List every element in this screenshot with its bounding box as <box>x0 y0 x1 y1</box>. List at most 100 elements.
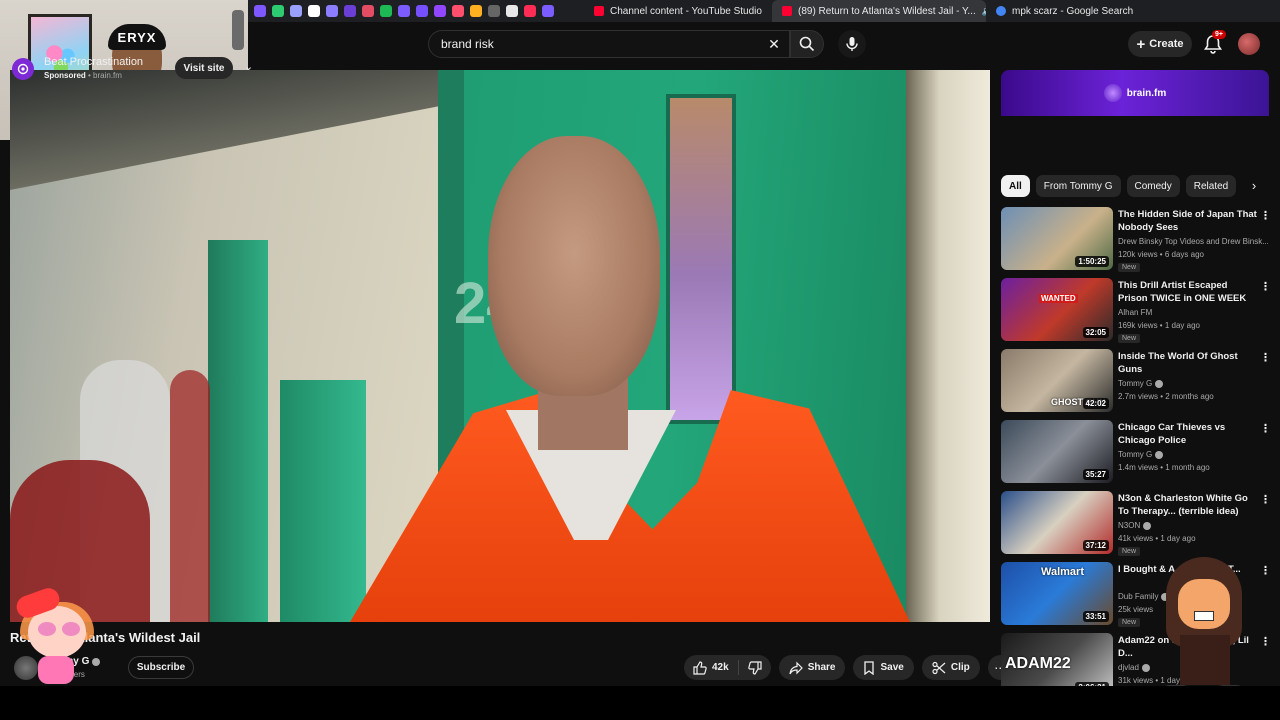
pinned-tab-icon[interactable] <box>344 5 356 17</box>
pinned-tab-icon[interactable] <box>470 5 482 17</box>
recommendation-title[interactable]: The Hidden Side of Japan That Nobody See… <box>1118 208 1258 234</box>
pinned-tab-icon[interactable] <box>416 5 428 17</box>
video-thumbnail[interactable]: GHOST GUN 42:02 <box>1001 349 1113 412</box>
sticker-face <box>1178 579 1230 629</box>
share-button[interactable]: Share <box>778 655 846 680</box>
tab-youtube-studio[interactable]: Channel content - YouTube Studio <box>584 0 772 22</box>
save-label: Save <box>880 662 904 673</box>
save-button[interactable]: Save <box>853 655 914 680</box>
cartoon-sticker-left <box>10 585 94 688</box>
create-button[interactable]: + Create <box>1128 31 1192 57</box>
beanie: ERYX <box>108 24 166 50</box>
pinned-tab-icon[interactable] <box>254 5 266 17</box>
video-thumbnail[interactable]: 1:50:25 <box>1001 207 1113 270</box>
microphone-icon <box>846 37 858 51</box>
voice-search-button[interactable] <box>838 30 866 58</box>
recommendation-channel[interactable]: N3ON <box>1118 521 1268 530</box>
pinned-tab-icon[interactable] <box>272 5 284 17</box>
microphone-arm <box>232 10 244 50</box>
youtube-favicon-icon <box>594 6 604 16</box>
pinned-tab-icon[interactable] <box>524 5 536 17</box>
recommendation-title[interactable]: Inside The World Of Ghost Guns <box>1118 350 1258 376</box>
chip-from-tommy-g[interactable]: From Tommy G <box>1035 175 1121 197</box>
dislike-button[interactable] <box>739 655 771 680</box>
recommendation-item[interactable]: 37:12 N3on & Charleston White Go To Thera… <box>1001 491 1273 562</box>
chip-all[interactable]: All <box>1001 175 1030 197</box>
thumbnail-overlay-text: ADAM22 <box>1005 655 1071 672</box>
more-options-icon[interactable]: ⋮ <box>1260 564 1271 577</box>
recommendation-title[interactable]: N3on & Charleston White Go To Therapy...… <box>1118 492 1258 518</box>
search-button[interactable] <box>790 30 824 58</box>
recommendation-title[interactable]: This Drill Artist Escaped Prison TWICE i… <box>1118 279 1258 305</box>
pinned-tab-icon[interactable] <box>506 5 518 17</box>
duration-badge: 32:05 <box>1082 327 1109 338</box>
brain-icon <box>17 63 29 75</box>
pinned-tab-icon[interactable] <box>380 5 392 17</box>
recommendation-channel[interactable]: Tommy G <box>1118 379 1268 388</box>
pinned-tab-icon[interactable] <box>542 5 554 17</box>
cell-door <box>208 240 268 622</box>
more-options-icon[interactable]: ⋮ <box>1260 635 1271 648</box>
pinned-tab-icon[interactable] <box>452 5 464 17</box>
video-player[interactable]: 24 <box>10 70 990 622</box>
new-badge: New <box>1118 547 1141 556</box>
pinned-tab-icon[interactable] <box>434 5 446 17</box>
new-badge: New <box>1118 334 1141 343</box>
chip-comedy[interactable]: Comedy <box>1126 175 1180 197</box>
like-button[interactable]: 42k <box>684 655 738 680</box>
verified-icon <box>1155 450 1164 459</box>
pinned-tab-icon[interactable] <box>362 5 374 17</box>
pinned-tab-icon[interactable] <box>488 5 500 17</box>
tab-current-video[interactable]: (89) Return to Atlanta's Wildest Jail - … <box>772 0 986 22</box>
chevron-right-icon[interactable]: › <box>1246 178 1262 194</box>
more-options-icon[interactable]: ⋮ <box>1260 280 1271 293</box>
recommendation-item[interactable]: 1:50:25 The Hidden Side of Japan That Nob… <box>1001 207 1273 278</box>
ad-title[interactable]: Beat Procrastination <box>44 56 143 68</box>
video-thumbnail[interactable]: 35:27 <box>1001 420 1113 483</box>
recommendation-channel[interactable]: Tommy G <box>1118 450 1268 459</box>
more-options-icon[interactable]: ⋮ <box>1260 209 1271 222</box>
duration-badge: 33:51 <box>1082 611 1109 622</box>
account-avatar[interactable] <box>1238 33 1260 55</box>
more-options-icon[interactable]: ⋮ <box>1260 493 1271 506</box>
youtube-favicon-icon <box>782 6 792 16</box>
duration-badge: 1:50:25 <box>1075 256 1109 267</box>
ad-banner[interactable]: brain.fm <box>1001 70 1269 116</box>
clip-button[interactable]: Clip <box>921 655 980 680</box>
clear-search-icon[interactable]: ✕ <box>764 34 784 54</box>
recommendation-channel-text: Drew Binsky Top Videos and Drew Binsk... <box>1118 237 1268 246</box>
tab-google-search[interactable]: mpk scarz - Google Search <box>986 0 1176 22</box>
pinned-tab-icon[interactable] <box>326 5 338 17</box>
recommendation-channel[interactable]: Alhan FM <box>1118 308 1268 317</box>
google-favicon-icon <box>996 6 1006 16</box>
search-input[interactable] <box>441 37 761 51</box>
recommendation-item[interactable]: 35:27 Chicago Car Thieves vs Chicago Poli… <box>1001 420 1273 491</box>
recommendation-item[interactable]: WANTED 32:05 This Drill Artist Escaped Pri… <box>1001 278 1273 349</box>
sponsored-ad[interactable]: brain.fm <box>1001 70 1269 162</box>
subscribe-button[interactable]: Subscribe <box>128 656 194 679</box>
ad-advertiser-icon[interactable] <box>12 58 34 80</box>
video-thumbnail[interactable]: WANTED 32:05 <box>1001 278 1113 341</box>
video-thumbnail[interactable]: Walmart 33:51 <box>1001 562 1113 625</box>
ad-domain: brain.fm <box>93 71 122 80</box>
chip-related[interactable]: Related <box>1185 175 1237 197</box>
more-options-icon[interactable]: ⋮ <box>1260 422 1271 435</box>
right-wall <box>906 70 990 622</box>
chevron-down-icon[interactable]: ⌄ <box>244 60 253 73</box>
pinned-tab-icon[interactable] <box>290 5 302 17</box>
more-options-icon[interactable]: ⋮ <box>1260 351 1271 364</box>
recommendation-channel[interactable]: Drew Binsky Top Videos and Drew Binsk... <box>1118 237 1268 246</box>
pinned-tab-icon[interactable] <box>308 5 320 17</box>
video-thumbnail[interactable]: 37:12 <box>1001 491 1113 554</box>
visit-site-button[interactable]: Visit site <box>175 57 233 79</box>
pinned-tab-icon[interactable] <box>398 5 410 17</box>
recommendation-meta: 2.7m views • 2 months ago <box>1118 392 1214 401</box>
search-icon <box>799 36 815 52</box>
recommendation-item[interactable]: GHOST GUN 42:02 Inside The World Of Ghost … <box>1001 349 1273 420</box>
door-window <box>666 94 736 424</box>
pinned-tabs <box>248 0 554 22</box>
recommendation-title[interactable]: Chicago Car Thieves vs Chicago Police <box>1118 421 1258 447</box>
share-icon <box>789 661 803 674</box>
recommendation-channel-text: Tommy G <box>1118 379 1153 388</box>
scissors-icon <box>932 661 946 674</box>
